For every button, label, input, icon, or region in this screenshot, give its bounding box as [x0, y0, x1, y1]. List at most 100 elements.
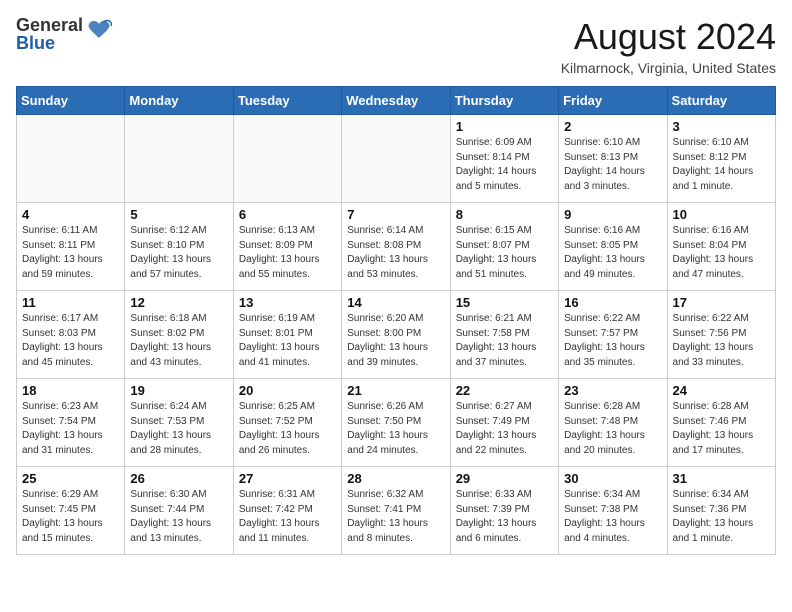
day-number: 25 [22, 471, 119, 486]
day-number: 12 [130, 295, 227, 310]
calendar-cell: 26Sunrise: 6:30 AM Sunset: 7:44 PM Dayli… [125, 467, 233, 555]
day-info: Sunrise: 6:32 AM Sunset: 7:41 PM Dayligh… [347, 488, 444, 546]
calendar-cell: 25 Sunrise: 6:29 AM Sunset: 7:45 PM Dayli… [17, 467, 125, 555]
day-info: Sunrise: 6:33 AM Sunset: 7:39 PM Dayligh… [456, 488, 553, 546]
day-number: 4 [22, 207, 119, 222]
day-number: 9 [564, 207, 661, 222]
day-number: 30 [564, 471, 661, 486]
calendar-week-row: 1Sunrise: 6:09 AM Sunset: 8:14 PM Daylig… [17, 115, 776, 203]
day-info: Sunrise: 6:34 AM Sunset: 7:36 PM Dayligh… [673, 488, 770, 546]
calendar-cell [125, 115, 233, 203]
calendar-cell: 27 Sunrise: 6:31 AM Sunset: 7:42 PM Dayli… [233, 467, 341, 555]
calendar-cell: 30 Sunrise: 6:34 AM Sunset: 7:38 PM Dayli… [559, 467, 667, 555]
calendar-week-row: 25 Sunrise: 6:29 AM Sunset: 7:45 PM Dayli… [17, 467, 776, 555]
day-info: Sunrise: 6:22 AM Sunset: 7:57 PM Dayligh… [564, 312, 661, 370]
calendar-cell: 6Sunrise: 6:13 AM Sunset: 8:09 PM Daylig… [233, 203, 341, 291]
day-number: 19 [130, 383, 227, 398]
day-number: 8 [456, 207, 553, 222]
calendar-cell: 1Sunrise: 6:09 AM Sunset: 8:14 PM Daylig… [450, 115, 558, 203]
day-info: Sunrise: 6:16 AM Sunset: 8:04 PM Dayligh… [673, 224, 770, 282]
calendar-cell: 31 Sunrise: 6:34 AM Sunset: 7:36 PM Dayli… [667, 467, 775, 555]
day-info: Sunrise: 6:22 AM Sunset: 7:56 PM Dayligh… [673, 312, 770, 370]
calendar-cell: 18 Sunrise: 6:23 AM Sunset: 7:54 PM Dayli… [17, 379, 125, 467]
day-info: Sunrise: 6:25 AM Sunset: 7:52 PM Dayligh… [239, 400, 336, 458]
day-number: 18 [22, 383, 119, 398]
day-info: Sunrise: 6:14 AM Sunset: 8:08 PM Dayligh… [347, 224, 444, 282]
day-info: Sunrise: 6:11 AM Sunset: 8:11 PM Dayligh… [22, 224, 119, 282]
day-number: 16 [564, 295, 661, 310]
calendar-cell: 8 Sunrise: 6:15 AM Sunset: 8:07 PM Daylig… [450, 203, 558, 291]
day-info: Sunrise: 6:16 AM Sunset: 8:05 PM Dayligh… [564, 224, 661, 282]
day-number: 5 [130, 207, 227, 222]
day-info: Sunrise: 6:31 AM Sunset: 7:42 PM Dayligh… [239, 488, 336, 546]
calendar-cell: 17 Sunrise: 6:22 AM Sunset: 7:56 PM Dayli… [667, 291, 775, 379]
calendar-week-row: 18 Sunrise: 6:23 AM Sunset: 7:54 PM Dayli… [17, 379, 776, 467]
day-info: Sunrise: 6:27 AM Sunset: 7:49 PM Dayligh… [456, 400, 553, 458]
calendar-cell: 10Sunrise: 6:16 AM Sunset: 8:04 PM Dayli… [667, 203, 775, 291]
day-number: 27 [239, 471, 336, 486]
calendar-header-row: SundayMondayTuesdayWednesdayThursdayFrid… [17, 87, 776, 115]
day-info: Sunrise: 6:19 AM Sunset: 8:01 PM Dayligh… [239, 312, 336, 370]
day-number: 22 [456, 383, 553, 398]
day-number: 11 [22, 295, 119, 310]
day-info: Sunrise: 6:18 AM Sunset: 8:02 PM Dayligh… [130, 312, 227, 370]
day-number: 28 [347, 471, 444, 486]
calendar-cell: 22 Sunrise: 6:27 AM Sunset: 7:49 PM Dayli… [450, 379, 558, 467]
col-header-sunday: Sunday [17, 87, 125, 115]
title-area: August 2024 Kilmarnock, Virginia, United… [561, 16, 776, 76]
day-info: Sunrise: 6:10 AM Sunset: 8:12 PM Dayligh… [673, 136, 770, 194]
calendar-cell: 7 Sunrise: 6:14 AM Sunset: 8:08 PM Daylig… [342, 203, 450, 291]
calendar-cell: 16 Sunrise: 6:22 AM Sunset: 7:57 PM Dayli… [559, 291, 667, 379]
day-info: Sunrise: 6:28 AM Sunset: 7:46 PM Dayligh… [673, 400, 770, 458]
calendar-cell: 21Sunrise: 6:26 AM Sunset: 7:50 PM Dayli… [342, 379, 450, 467]
day-number: 31 [673, 471, 770, 486]
calendar-cell: 19 Sunrise: 6:24 AM Sunset: 7:53 PM Dayli… [125, 379, 233, 467]
day-info: Sunrise: 6:34 AM Sunset: 7:38 PM Dayligh… [564, 488, 661, 546]
col-header-wednesday: Wednesday [342, 87, 450, 115]
calendar-cell [342, 115, 450, 203]
col-header-thursday: Thursday [450, 87, 558, 115]
calendar-cell: 28 Sunrise: 6:32 AM Sunset: 7:41 PM Dayli… [342, 467, 450, 555]
calendar-cell [233, 115, 341, 203]
day-info: Sunrise: 6:28 AM Sunset: 7:48 PM Dayligh… [564, 400, 661, 458]
day-number: 2 [564, 119, 661, 134]
col-header-saturday: Saturday [667, 87, 775, 115]
day-number: 15 [456, 295, 553, 310]
day-info: Sunrise: 6:12 AM Sunset: 8:10 PM Dayligh… [130, 224, 227, 282]
calendar-cell: 20Sunrise: 6:25 AM Sunset: 7:52 PM Dayli… [233, 379, 341, 467]
calendar-cell: 14 Sunrise: 6:20 AM Sunset: 8:00 PM Dayli… [342, 291, 450, 379]
logo-general-text: General [16, 16, 83, 34]
month-year-title: August 2024 [561, 16, 776, 58]
calendar-cell: 11 Sunrise: 6:17 AM Sunset: 8:03 PM Dayli… [17, 291, 125, 379]
col-header-tuesday: Tuesday [233, 87, 341, 115]
day-info: Sunrise: 6:21 AM Sunset: 7:58 PM Dayligh… [456, 312, 553, 370]
day-number: 14 [347, 295, 444, 310]
day-number: 3 [673, 119, 770, 134]
location-subtitle: Kilmarnock, Virginia, United States [561, 60, 776, 76]
day-number: 17 [673, 295, 770, 310]
page-header: General Blue August 2024 Kilmarnock, Vir… [16, 16, 776, 76]
day-number: 13 [239, 295, 336, 310]
day-info: Sunrise: 6:29 AM Sunset: 7:45 PM Dayligh… [22, 488, 119, 546]
calendar-week-row: 4 Sunrise: 6:11 AM Sunset: 8:11 PM Daylig… [17, 203, 776, 291]
day-info: Sunrise: 6:10 AM Sunset: 8:13 PM Dayligh… [564, 136, 661, 194]
calendar-cell: 5 Sunrise: 6:12 AM Sunset: 8:10 PM Daylig… [125, 203, 233, 291]
calendar-table: SundayMondayTuesdayWednesdayThursdayFrid… [16, 86, 776, 555]
day-info: Sunrise: 6:15 AM Sunset: 8:07 PM Dayligh… [456, 224, 553, 282]
col-header-monday: Monday [125, 87, 233, 115]
calendar-cell: 2 Sunrise: 6:10 AM Sunset: 8:13 PM Daylig… [559, 115, 667, 203]
day-number: 24 [673, 383, 770, 398]
calendar-cell: 13 Sunrise: 6:19 AM Sunset: 8:01 PM Dayli… [233, 291, 341, 379]
day-info: Sunrise: 6:20 AM Sunset: 8:00 PM Dayligh… [347, 312, 444, 370]
logo: General Blue [16, 16, 113, 52]
day-info: Sunrise: 6:17 AM Sunset: 8:03 PM Dayligh… [22, 312, 119, 370]
logo-blue-text: Blue [16, 34, 83, 52]
day-info: Sunrise: 6:23 AM Sunset: 7:54 PM Dayligh… [22, 400, 119, 458]
day-info: Sunrise: 6:13 AM Sunset: 8:09 PM Dayligh… [239, 224, 336, 282]
day-number: 23 [564, 383, 661, 398]
calendar-cell: 15 Sunrise: 6:21 AM Sunset: 7:58 PM Dayli… [450, 291, 558, 379]
day-info: Sunrise: 6:24 AM Sunset: 7:53 PM Dayligh… [130, 400, 227, 458]
day-number: 21 [347, 383, 444, 398]
day-number: 26 [130, 471, 227, 486]
day-number: 7 [347, 207, 444, 222]
